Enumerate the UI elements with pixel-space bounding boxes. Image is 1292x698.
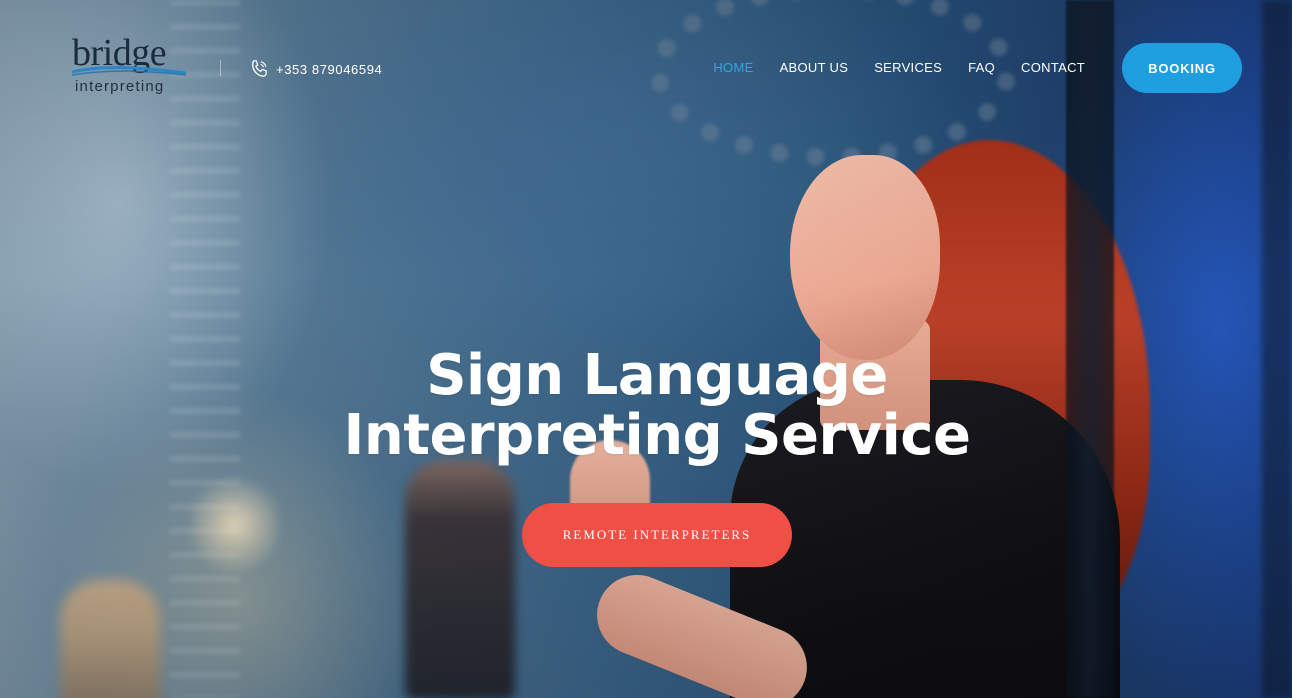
phone-number: +353 879046594 <box>276 61 383 77</box>
hero-title-line-2: Interpreting Service <box>343 403 971 468</box>
logo-subtitle: interpreting <box>75 78 165 95</box>
nav-faq[interactable]: FAQ <box>968 60 995 76</box>
hero-title: Sign Language Interpreting Service <box>0 346 1292 466</box>
remote-interpreters-button[interactable]: REMOTE INTERPRETERS <box>522 503 792 567</box>
nav-services[interactable]: SERVICES <box>874 60 942 76</box>
logo-wave-icon <box>72 66 186 76</box>
booking-button[interactable]: BOOKING <box>1122 43 1242 93</box>
nav-home[interactable]: HOME <box>713 60 753 76</box>
header-divider <box>220 60 221 76</box>
page: bridge interpreting +353 879046594 HOME … <box>0 0 1292 698</box>
phone-link[interactable]: +353 879046594 <box>250 58 382 80</box>
hero-title-line-1: Sign Language <box>426 343 888 408</box>
nav-about-us[interactable]: ABOUT US <box>780 60 849 76</box>
site-header: bridge interpreting +353 879046594 HOME … <box>0 0 1292 140</box>
site-logo[interactable]: bridge interpreting <box>72 34 192 100</box>
main-nav: HOME ABOUT US SERVICES FAQ CONTACT <box>713 60 1085 76</box>
nav-contact[interactable]: CONTACT <box>1021 60 1085 76</box>
phone-icon <box>252 60 267 77</box>
